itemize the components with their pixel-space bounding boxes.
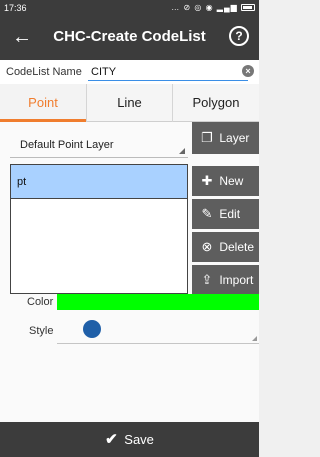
back-arrow-icon[interactable]: ←	[12, 26, 32, 48]
edit-button[interactable]: ✎ Edit	[192, 199, 259, 229]
add-point-icon: ✚	[201, 173, 213, 188]
delete-button[interactable]: ⊗ Delete	[192, 232, 259, 262]
point-style-dot-icon	[83, 320, 101, 338]
tab-polygon[interactable]: Polygon	[172, 84, 259, 122]
title-bar: ← CHC-Create CodeList ?	[0, 16, 259, 60]
help-icon[interactable]: ?	[229, 26, 249, 46]
new-button-label: New	[219, 174, 244, 188]
layer-button[interactable]: ❐ Layer	[192, 122, 259, 154]
layer-button-label: Layer	[219, 131, 250, 145]
tab-line[interactable]: Line	[86, 84, 172, 122]
code-list: pt	[10, 164, 188, 294]
color-label: Color	[27, 296, 54, 308]
color-swatch[interactable]	[57, 294, 259, 310]
pencil-icon: ✎	[201, 206, 213, 221]
tab-point[interactable]: Point	[0, 84, 86, 122]
style-select[interactable]	[57, 316, 259, 344]
import-button-label: Import	[219, 273, 254, 287]
status-indicator-icons: … ⊘ ◎ ◉ ▂▄▆	[171, 3, 238, 12]
point-panel: Default Point Layer ❐ Layer pt ✚ New ✎ E…	[0, 122, 259, 422]
layer-select-value: Default Point Layer	[20, 139, 114, 151]
import-button[interactable]: ⇪ Import	[192, 265, 259, 295]
page-title: CHC-Create CodeList	[53, 28, 206, 45]
edit-button-label: Edit	[219, 207, 241, 221]
delete-circle-icon: ⊗	[201, 239, 213, 254]
new-button[interactable]: ✚ New	[192, 166, 259, 196]
geometry-tabs: Point Line Polygon	[0, 84, 259, 122]
codelist-name-row: CodeList Name ×	[0, 60, 259, 84]
clear-icon[interactable]: ×	[242, 65, 254, 77]
status-bar: 17:36 … ⊘ ◎ ◉ ▂▄▆	[0, 0, 259, 16]
status-time: 17:36	[4, 3, 27, 13]
battery-icon	[241, 4, 255, 12]
status-icons: … ⊘ ◎ ◉ ▂▄▆	[171, 3, 255, 12]
check-icon: ✔	[105, 431, 118, 448]
codelist-name-input[interactable]	[88, 64, 248, 81]
save-button-label: Save	[124, 432, 154, 447]
layers-icon: ❐	[201, 130, 213, 145]
import-icon: ⇪	[201, 272, 213, 287]
codelist-name-label: CodeList Name	[6, 66, 82, 78]
style-label: Style	[29, 325, 54, 337]
save-button[interactable]: ✔ Save	[0, 422, 259, 457]
layer-select[interactable]: Default Point Layer	[10, 132, 188, 158]
list-item[interactable]: pt	[11, 165, 187, 199]
dropdown-triangle-icon	[179, 148, 185, 154]
delete-button-label: Delete	[219, 240, 255, 254]
dropdown-triangle-icon	[252, 336, 257, 341]
